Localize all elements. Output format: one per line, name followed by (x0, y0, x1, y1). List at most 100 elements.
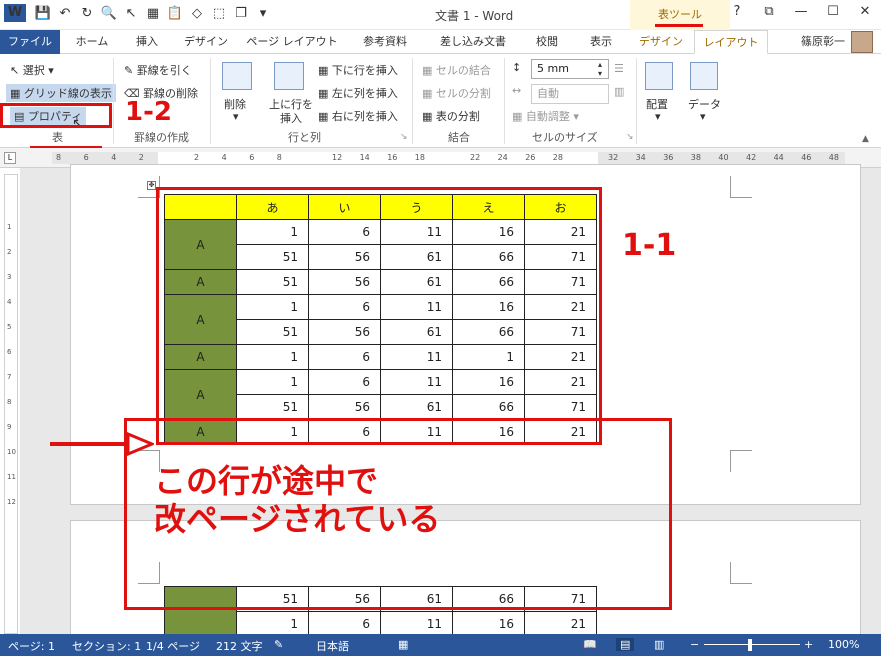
select-objects-icon[interactable]: ⬚ (208, 6, 230, 21)
merge-cells-button[interactable]: ▦ セルの結合 (422, 62, 491, 78)
minimize-button[interactable]: — (785, 4, 817, 19)
ruler-tick-label: 8 (276, 153, 282, 162)
save-icon[interactable]: 💾 (32, 6, 54, 21)
help-button[interactable]: ? (721, 4, 753, 19)
paste-icon[interactable]: 📋 (164, 6, 186, 21)
shapes-icon[interactable]: ◇ (186, 6, 208, 21)
ruler-tick-label: 36 (663, 153, 674, 162)
pencil-icon: ✎ (124, 64, 137, 77)
pointer-icon[interactable]: ↖ (120, 6, 142, 21)
zoom-in-icon[interactable]: + (804, 638, 813, 651)
alignment-icon (645, 62, 673, 90)
table-cell[interactable]: 1 (236, 611, 309, 637)
tab-page-layout[interactable]: ページ レイアウト (242, 30, 342, 54)
tab-references[interactable]: 参考資料 (350, 30, 420, 54)
insert-right-icon: ▦ (318, 110, 332, 123)
ribbon-display-button[interactable]: ⧉ (753, 4, 785, 19)
distribute-rows-icon[interactable]: ☰ (614, 62, 624, 75)
ruler-tick-label: 6 (249, 153, 255, 162)
insert-right-button[interactable]: ▦ 右に列を挿入 (318, 108, 398, 124)
status-section[interactable]: セクション: 1 (72, 638, 141, 654)
maximize-button[interactable]: ☐ (817, 4, 849, 19)
data-dropdown-icon[interactable]: ▾ (700, 110, 706, 123)
group-divider (412, 58, 413, 144)
insert-table-icon[interactable]: ▦ (142, 6, 164, 21)
redo-icon[interactable]: ↻ (76, 6, 98, 21)
tab-table-design[interactable]: デザイン (632, 30, 690, 54)
autofit-label: 自動調整 (525, 110, 570, 123)
column-width-input[interactable]: 自動 (531, 84, 609, 104)
user-name[interactable]: 篠原彰一 (801, 33, 845, 49)
vruler-tick-label: 1 (7, 223, 12, 231)
table-cell[interactable]: 6 (308, 611, 381, 637)
web-layout-icon[interactable]: ▥ (654, 638, 664, 651)
select-icon: ↖ (10, 64, 23, 77)
autofit-button[interactable]: ▦ 自動調整 ▾ (512, 108, 579, 124)
group-merge-label: 結合 (448, 131, 470, 144)
collapse-ribbon-icon[interactable]: ▲ (862, 134, 869, 144)
insert-below-button[interactable]: ▦ 下に行を挿入 (318, 62, 398, 78)
tab-review[interactable]: 校閲 (524, 30, 570, 54)
tab-view[interactable]: 表示 (578, 30, 624, 54)
alignment-dropdown-icon[interactable]: ▾ (655, 110, 661, 123)
vruler-tick-label: 7 (7, 373, 12, 381)
undo-icon[interactable]: ↶ (54, 6, 76, 21)
zoom-slider-thumb[interactable] (748, 639, 752, 651)
insert-right-label: 右に列を挿入 (331, 110, 398, 123)
row-height-spinner-icon[interactable]: ▴ ▾ (598, 60, 602, 78)
tab-table-layout[interactable]: レイアウト (694, 30, 768, 54)
tab-selector-icon[interactable]: L (4, 152, 16, 164)
close-button[interactable]: ✕ (849, 4, 881, 19)
ruler-tick-label: 28 (552, 153, 563, 162)
insert-left-button[interactable]: ▦ 左に列を挿入 (318, 85, 398, 101)
status-zoom[interactable]: 100% (828, 638, 859, 651)
tab-file[interactable]: ファイル (0, 30, 60, 54)
zoom-slider-track[interactable] (704, 644, 800, 645)
print-preview-icon[interactable]: 🔍 (98, 6, 120, 21)
cell-size-launcher-icon[interactable]: ↘ (626, 132, 634, 142)
zoom-out-icon[interactable]: − (690, 638, 699, 651)
ruler-tick-label: 44 (773, 153, 784, 162)
ruler-tick-label: 46 (801, 153, 812, 162)
tab-mailings[interactable]: 差し込み文書 (428, 30, 518, 54)
vertical-ruler[interactable]: 1 2 3 4 5 6 7 8 9 10 11 12 (4, 174, 18, 634)
proofing-icon[interactable]: ✎ (274, 638, 283, 651)
tab-design[interactable]: デザイン (176, 30, 236, 54)
draw-table-button[interactable]: ✎ 罫線を引く (124, 62, 192, 78)
ruler-tick-label: 18 (414, 153, 425, 162)
vruler-tick-label: 2 (7, 248, 12, 256)
ruler-tick-label: 4 (111, 153, 117, 162)
status-words[interactable]: 212 文字 (216, 638, 263, 654)
read-mode-icon[interactable]: 📖 (583, 638, 597, 651)
table-cell[interactable]: 16 (452, 611, 525, 637)
ruler-tick-label: 34 (635, 153, 646, 162)
ruler-tick-label: 38 (690, 153, 701, 162)
macro-icon[interactable]: ▦ (398, 638, 408, 651)
delete-dropdown-icon[interactable]: ▾ (233, 110, 239, 123)
copy-format-icon[interactable]: ❐ (230, 6, 252, 21)
distribute-columns-icon[interactable]: ▥ (614, 85, 624, 98)
callout-text: この行が途中で 改ページされている (154, 462, 440, 538)
vruler-tick-label: 10 (7, 448, 16, 456)
table-move-handle-icon[interactable]: ✥ (147, 181, 156, 190)
status-page-count[interactable]: 1/4 ページ (146, 638, 200, 654)
rows-cols-launcher-icon[interactable]: ↘ (400, 132, 408, 142)
table-cell[interactable]: 11 (380, 611, 453, 637)
status-language[interactable]: 日本語 (316, 638, 349, 654)
table-cell[interactable]: 21 (524, 611, 597, 637)
status-page[interactable]: ページ: 1 (8, 638, 55, 654)
tab-home[interactable]: ホーム (64, 30, 120, 54)
title-bar: W 💾 ↶ ↻ 🔍 ↖ ▦ 📋 ◇ ⬚ ❐ ▾ 表ツール 文書 1 - Word… (0, 0, 881, 30)
split-table-button[interactable]: ▦ 表の分割 (422, 108, 480, 124)
print-layout-icon[interactable]: ▤ (616, 638, 635, 651)
column-width-icon: ↔ (512, 84, 522, 97)
document-title: 文書 1 - Word (435, 9, 514, 23)
qat-dropdown-icon[interactable]: ▾ (252, 6, 274, 21)
group-divider (113, 58, 114, 144)
select-button[interactable]: ↖ 選択 ▾ (10, 62, 54, 78)
gridlines-button[interactable]: ▦ グリッド線の表示 (6, 84, 116, 102)
avatar[interactable] (851, 31, 873, 53)
tab-insert[interactable]: 挿入 (124, 30, 170, 54)
split-cells-button[interactable]: ▦ セルの分割 (422, 85, 491, 101)
group-table-label: 表 (52, 131, 63, 144)
